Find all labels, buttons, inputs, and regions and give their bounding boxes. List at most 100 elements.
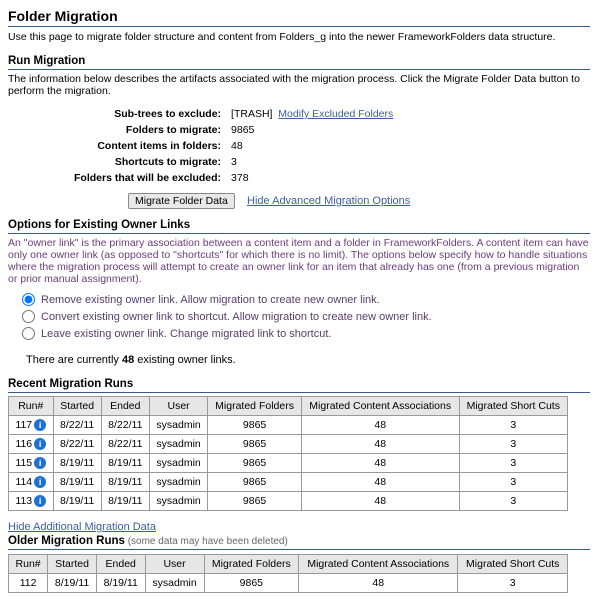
recent-runs-table: Run#StartedEndedUserMigrated FoldersMigr… (8, 396, 568, 511)
owner-option-label: Convert existing owner link to shortcut.… (41, 311, 432, 323)
owner-option-1[interactable]: Convert existing owner link to shortcut.… (22, 308, 590, 325)
info-label: Sub-trees to exclude: (70, 107, 225, 121)
older-runs-table: Run#StartedEndedUserMigrated FoldersMigr… (8, 554, 568, 593)
run-number: 114 (15, 476, 32, 488)
cell-shortcuts: 3 (459, 416, 567, 435)
table-row: 117i8/22/118/22/11sysadmin9865483 (9, 416, 568, 435)
run-number: 112 (9, 574, 48, 593)
cell-assoc: 48 (301, 492, 459, 511)
recent-runs-title: Recent Migration Runs (8, 378, 590, 393)
cell-started: 8/19/11 (48, 574, 97, 593)
owner-link-options: Remove existing owner link. Allow migrat… (22, 291, 590, 342)
cell-ended: 8/19/11 (101, 473, 149, 492)
cell-folders: 9865 (208, 416, 302, 435)
owner-link-count: There are currently 48 existing owner li… (26, 354, 590, 366)
column-header: Migrated Short Cuts (459, 397, 567, 416)
page-title: Folder Migration (8, 8, 590, 27)
info-label: Folders that will be excluded: (70, 171, 225, 185)
cell-shortcuts: 3 (459, 473, 567, 492)
column-header: Ended (96, 555, 145, 574)
info-value: [TRASH] Modify Excluded Folders (227, 107, 397, 121)
column-header: Started (53, 397, 101, 416)
cell-assoc: 48 (301, 416, 459, 435)
cell-started: 8/19/11 (53, 473, 101, 492)
older-runs-title: Older Migration Runs (8, 535, 125, 547)
column-header: Migrated Content Associations (299, 555, 458, 574)
owner-option-radio[interactable] (22, 327, 35, 340)
cell-started: 8/19/11 (53, 454, 101, 473)
cell-ended: 8/19/11 (101, 492, 149, 511)
owner-option-2[interactable]: Leave existing owner link. Change migrat… (22, 325, 590, 342)
cell-user: sysadmin (149, 454, 207, 473)
run-number: 117 (15, 419, 32, 431)
cell-user: sysadmin (149, 473, 207, 492)
table-row: 113i8/19/118/19/11sysadmin9865483 (9, 492, 568, 511)
run-number: 116 (15, 438, 32, 450)
cell-folders: 9865 (208, 435, 302, 454)
table-row: 1128/19/118/19/11sysadmin9865483 (9, 574, 568, 593)
cell-shortcuts: 3 (459, 492, 567, 511)
info-icon[interactable]: i (34, 438, 46, 450)
migrate-folder-data-button[interactable]: Migrate Folder Data (128, 193, 235, 209)
column-header: User (145, 555, 204, 574)
column-header: Migrated Content Associations (301, 397, 459, 416)
cell-user: sysadmin (149, 435, 207, 454)
owner-option-label: Remove existing owner link. Allow migrat… (41, 294, 380, 306)
info-value: 3 (227, 155, 397, 169)
table-row: 116i8/22/118/22/11sysadmin9865483 (9, 435, 568, 454)
info-icon[interactable]: i (34, 457, 46, 469)
info-label: Shortcuts to migrate: (70, 155, 225, 169)
column-header: Ended (101, 397, 149, 416)
cell-folders: 9865 (208, 473, 302, 492)
info-label: Folders to migrate: (70, 123, 225, 137)
info-label: Content items in folders: (70, 139, 225, 153)
cell-folders: 9865 (208, 492, 302, 511)
cell-folders: 9865 (208, 454, 302, 473)
column-header: Run# (9, 555, 48, 574)
info-value: 48 (227, 139, 397, 153)
owner-option-0[interactable]: Remove existing owner link. Allow migrat… (22, 291, 590, 308)
column-header: Run# (9, 397, 54, 416)
cell-ended: 8/19/11 (96, 574, 145, 593)
table-row: 114i8/19/118/19/11sysadmin9865483 (9, 473, 568, 492)
info-icon[interactable]: i (34, 476, 46, 488)
column-header: Migrated Folders (204, 555, 298, 574)
owner-option-radio[interactable] (22, 310, 35, 323)
owner-links-title: Options for Existing Owner Links (8, 219, 590, 234)
cell-shortcuts: 3 (459, 435, 567, 454)
cell-ended: 8/22/11 (101, 416, 149, 435)
cell-shortcuts: 3 (458, 574, 568, 593)
owner-option-radio[interactable] (22, 293, 35, 306)
older-runs-note: (some data may have been deleted) (125, 536, 288, 547)
cell-ended: 8/22/11 (101, 435, 149, 454)
hide-advanced-options-link[interactable]: Hide Advanced Migration Options (247, 195, 410, 207)
info-value: 378 (227, 171, 397, 185)
cell-shortcuts: 3 (459, 454, 567, 473)
run-migration-desc: The information below describes the arti… (8, 73, 590, 97)
owner-option-label: Leave existing owner link. Change migrat… (41, 328, 331, 340)
migration-info-table: Sub-trees to exclude:[TRASH] Modify Excl… (68, 105, 399, 187)
run-number: 115 (15, 457, 32, 469)
cell-started: 8/19/11 (53, 492, 101, 511)
cell-started: 8/22/11 (53, 416, 101, 435)
column-header: Migrated Folders (208, 397, 302, 416)
page-description: Use this page to migrate folder structur… (8, 31, 590, 43)
column-header: Migrated Short Cuts (458, 555, 568, 574)
info-icon[interactable]: i (34, 419, 46, 431)
cell-folders: 9865 (204, 574, 298, 593)
cell-started: 8/22/11 (53, 435, 101, 454)
cell-assoc: 48 (301, 473, 459, 492)
cell-user: sysadmin (149, 492, 207, 511)
run-number: 113 (15, 495, 32, 507)
info-icon[interactable]: i (34, 495, 46, 507)
info-value: 9865 (227, 123, 397, 137)
run-migration-title: Run Migration (8, 55, 590, 70)
column-header: Started (48, 555, 97, 574)
cell-assoc: 48 (299, 574, 458, 593)
modify-excluded-folders-link[interactable]: Modify Excluded Folders (278, 108, 393, 120)
cell-assoc: 48 (301, 454, 459, 473)
cell-user: sysadmin (149, 416, 207, 435)
hide-additional-data-link[interactable]: Hide Additional Migration Data (8, 521, 156, 533)
cell-ended: 8/19/11 (101, 454, 149, 473)
table-row: 115i8/19/118/19/11sysadmin9865483 (9, 454, 568, 473)
